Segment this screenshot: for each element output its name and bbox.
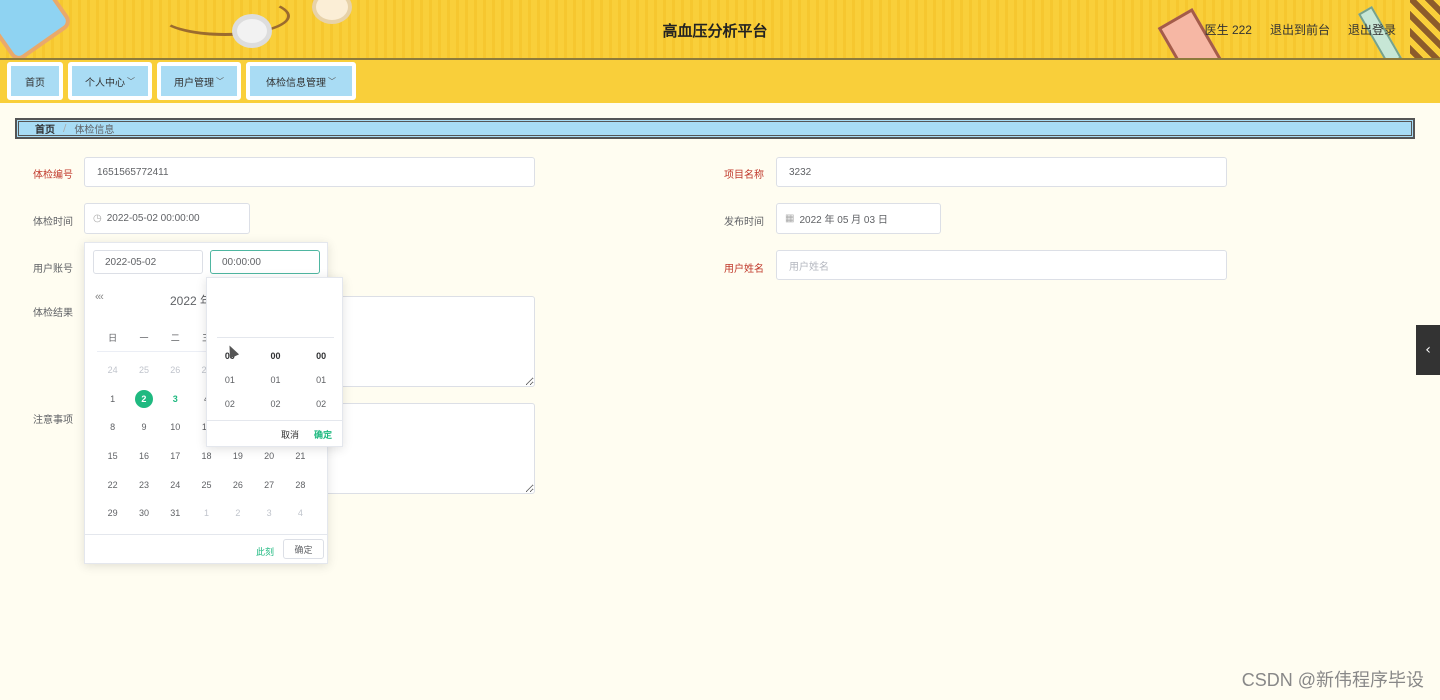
calendar-day[interactable]: 25 [128, 356, 159, 385]
publish-time-value: 2022 年 05 月 03 日 [799, 215, 888, 226]
time-cancel-button[interactable]: 取消 [281, 428, 299, 441]
chevron-down-icon: ﹀ [127, 76, 135, 86]
weekday-header: 日 [108, 333, 118, 343]
time-confirm-button[interactable]: 确定 [314, 428, 332, 441]
calendar-day[interactable]: 23 [128, 470, 159, 499]
breadcrumb-separator: / [63, 123, 67, 134]
exam-no-label: 体检编号 [33, 170, 73, 181]
picker-confirm-button[interactable]: 确定 [283, 539, 324, 559]
back-to-front-link[interactable]: 退出到前台 [1270, 21, 1330, 38]
nav-item-personal-center[interactable]: 个人中心 ﹀ [68, 62, 152, 100]
calendar-day[interactable]: 17 [160, 442, 191, 471]
exam-time-input[interactable]: ◷ 2022-05-02 00:00:00 [84, 203, 250, 234]
weekday-header: 一 [139, 333, 149, 343]
minute-option[interactable]: 00 [253, 344, 299, 368]
user-links: 医生 222 退出到前台 退出登录 [1205, 21, 1396, 38]
user-name-label: 用户姓名 [724, 264, 764, 275]
exam-time-label: 体检时间 [33, 217, 73, 228]
calendar-day[interactable]: 24 [97, 356, 128, 385]
publish-time-label: 发布时间 [724, 217, 764, 228]
clock-icon: ◷ [93, 213, 102, 224]
calendar-day[interactable]: 1 [191, 499, 222, 528]
calendar-day[interactable]: 27 [253, 470, 284, 499]
main-nav: 首页 个人中心 ﹀ 用户管理 ﹀ 体检信息管理 ﹀ [0, 60, 1440, 103]
calendar-day[interactable]: 31 [160, 499, 191, 528]
calendar-day[interactable]: 1 [97, 385, 128, 414]
calendar-day[interactable]: 28 [285, 470, 316, 499]
current-user-label[interactable]: 医生 222 [1205, 21, 1252, 38]
calendar-day[interactable]: 25 [191, 470, 222, 499]
second-option[interactable]: 02 [298, 392, 344, 416]
calendar-day[interactable]: 4 [285, 499, 316, 528]
calendar-day[interactable]: 15 [97, 442, 128, 471]
calendar-icon: ▦ [785, 213, 795, 224]
user-name-input[interactable]: 用户姓名 [776, 250, 1227, 280]
calendar-day[interactable]: 3 [160, 385, 191, 414]
calendar-day[interactable]: 16 [128, 442, 159, 471]
exam-no-input[interactable]: 1651565772411 [84, 157, 535, 187]
breadcrumb: 首页 / 体检信息 [15, 118, 1415, 139]
prev-year-month-icon[interactable]: «‹ [95, 291, 104, 303]
time-selection-line [217, 337, 334, 338]
exam-time-value: 2022-05-02 00:00:00 [106, 213, 200, 224]
chevron-down-icon: ﹀ [328, 76, 336, 86]
second-option[interactable]: 00 [298, 344, 344, 368]
nav-item-exam-management[interactable]: 体检信息管理 ﹀ [246, 62, 356, 100]
picker-now-button[interactable]: 此刻 [256, 545, 274, 558]
calendar-day[interactable]: 3 [253, 499, 284, 528]
time-panel-divider [207, 420, 342, 421]
picker-time-input[interactable]: 00:00:00 [210, 250, 320, 274]
picker-date-input[interactable]: 2022-05-02 [93, 250, 203, 274]
user-account-label: 用户账号 [33, 264, 73, 275]
chevron-down-icon: ﹀ [216, 76, 224, 86]
header-bar: 高血压分析平台 医生 222 退出到前台 退出登录 [0, 0, 1440, 60]
hour-option[interactable]: 01 [207, 368, 253, 392]
minute-option[interactable]: 01 [253, 368, 299, 392]
picker-footer-divider [85, 534, 327, 535]
project-name-input[interactable]: 3232 [776, 157, 1227, 187]
nav-item-label: 用户管理 [174, 77, 214, 89]
calendar-day[interactable]: 10 [160, 413, 191, 442]
selected-day-marker: 2 [134, 389, 153, 408]
nav-item-home[interactable]: 首页 [7, 62, 63, 100]
nav-item-label: 首页 [25, 77, 45, 89]
watermark: CSDN @新伟程序毕设 [1241, 670, 1424, 690]
nav-item-label: 个人中心 [85, 77, 125, 89]
time-spinner-panel: 00 00 00 01 01 01 02 02 02 取消 确定 [206, 277, 343, 447]
minute-option[interactable]: 02 [253, 392, 299, 416]
breadcrumb-home[interactable]: 首页 [35, 121, 55, 136]
side-panel-toggle[interactable]: ‹ [1416, 325, 1440, 375]
calendar-day[interactable]: 30 [128, 499, 159, 528]
notes-label: 注意事项 [33, 415, 73, 426]
breadcrumb-current: 体检信息 [74, 125, 115, 136]
chevron-left-icon: ‹ [1425, 342, 1431, 358]
weekday-header: 二 [170, 333, 180, 343]
exam-result-label: 体检结果 [33, 308, 73, 319]
calendar-day[interactable]: 9 [128, 413, 159, 442]
calendar-day[interactable]: 24 [160, 470, 191, 499]
calendar-day[interactable]: 2 [128, 385, 159, 414]
calendar-day[interactable]: 8 [97, 413, 128, 442]
logout-link[interactable]: 退出登录 [1348, 21, 1396, 38]
nav-item-label: 体检信息管理 [266, 77, 326, 89]
calendar-day[interactable]: 26 [222, 470, 253, 499]
project-name-label: 项目名称 [724, 170, 764, 181]
nav-item-user-management[interactable]: 用户管理 ﹀ [157, 62, 241, 100]
second-option[interactable]: 01 [298, 368, 344, 392]
publish-time-input[interactable]: ▦ 2022 年 05 月 03 日 [776, 203, 941, 234]
calendar-day[interactable]: 22 [97, 470, 128, 499]
hour-option[interactable]: 02 [207, 392, 253, 416]
calendar-day[interactable]: 2 [222, 499, 253, 528]
calendar-day[interactable]: 26 [160, 356, 191, 385]
calendar-day[interactable]: 29 [97, 499, 128, 528]
